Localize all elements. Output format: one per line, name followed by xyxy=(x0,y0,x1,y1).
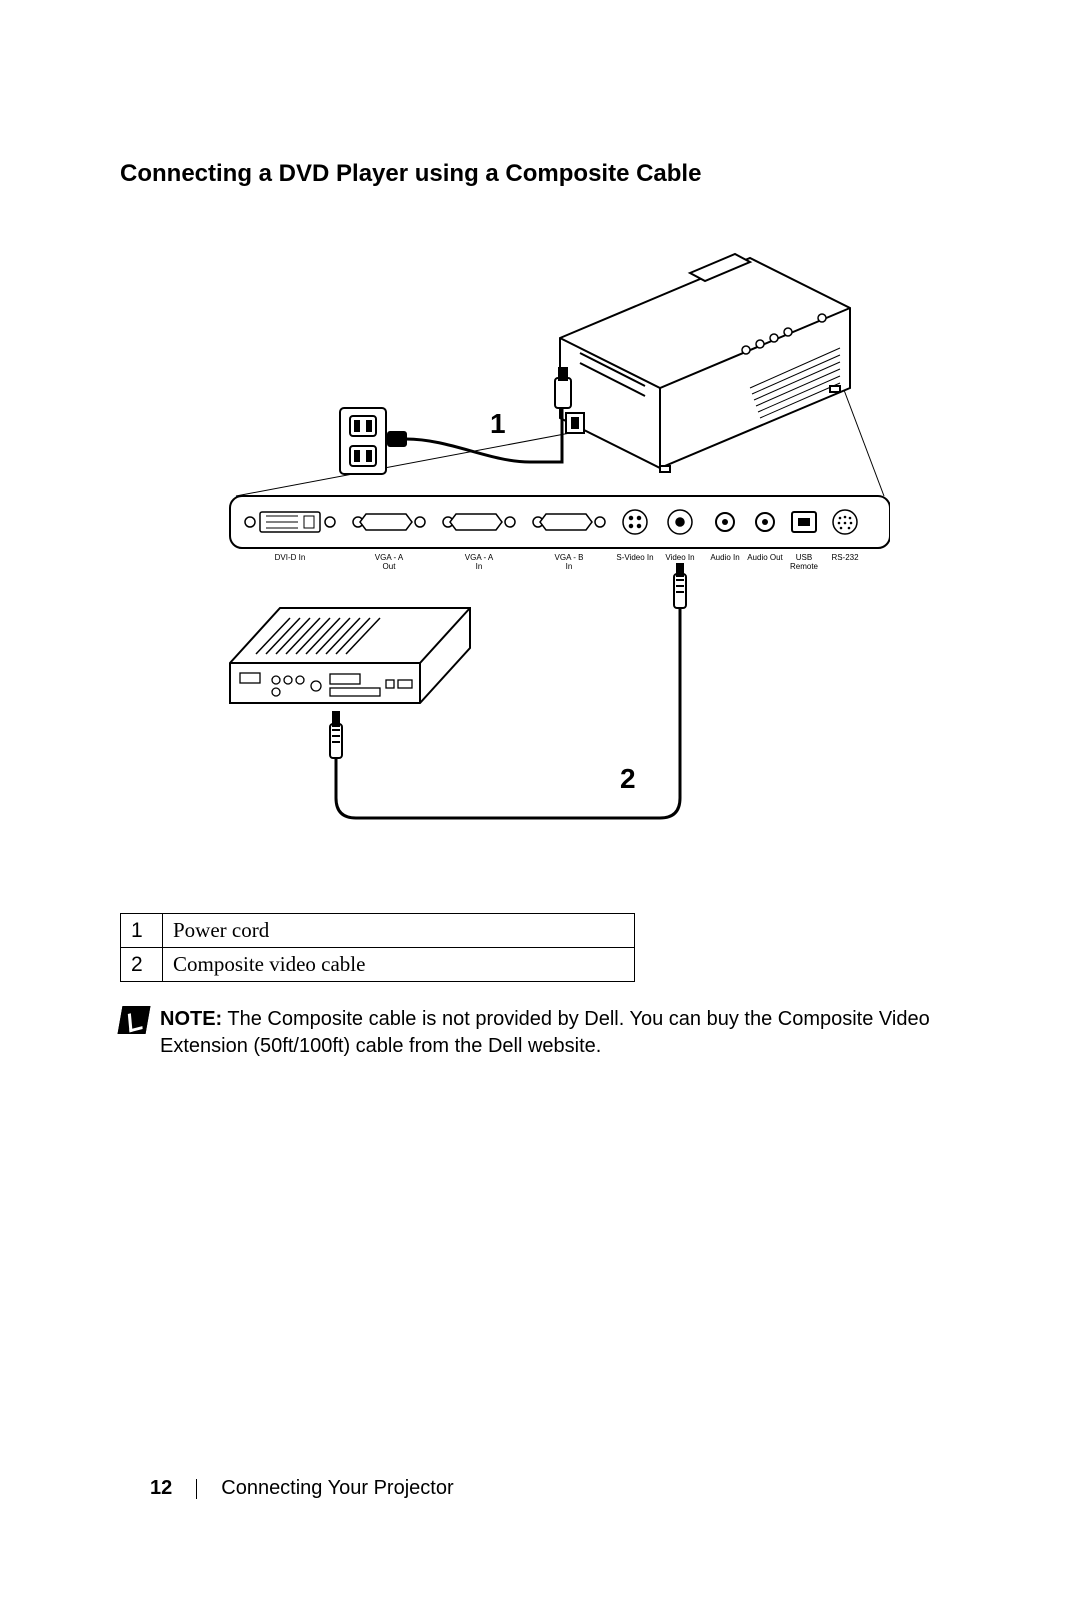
footer-section-title: Connecting Your Projector xyxy=(221,1477,453,1500)
table-row: 2 Composite video cable xyxy=(121,948,635,982)
footer-separator xyxy=(196,1479,197,1499)
legend-num: 2 xyxy=(121,948,163,982)
callout-1: 1 xyxy=(490,408,506,439)
port-label-audio-in: Audio In xyxy=(710,553,739,562)
manual-page: Connecting a DVD Player using a Composit… xyxy=(0,0,1080,1620)
port-label-vga-a-in: VGA - AIn xyxy=(465,553,494,571)
note-icon xyxy=(118,1006,151,1034)
note-text: NOTE: The Composite cable is not provide… xyxy=(160,1006,960,1060)
port-label-audio-out: Audio Out xyxy=(747,553,783,562)
port-label-video: Video In xyxy=(665,553,694,562)
projector-icon xyxy=(560,218,850,472)
note-lead: NOTE: xyxy=(160,1008,222,1030)
connection-diagram: 1 xyxy=(190,218,890,873)
port-panel: DVI-D In VGA - AOut VGA - AIn VGA - BIn … xyxy=(230,496,890,571)
legend-num: 1 xyxy=(121,914,163,948)
port-label-rs232: RS-232 xyxy=(831,553,859,562)
callout-2: 2 xyxy=(620,763,636,794)
legend-label: Power cord xyxy=(163,914,635,948)
page-number: 12 xyxy=(150,1477,172,1500)
power-cord-icon xyxy=(386,368,571,462)
section-heading: Connecting a DVD Player using a Composit… xyxy=(120,160,960,188)
dvd-player-icon xyxy=(230,608,470,703)
port-label-vga-b-in: VGA - BIn xyxy=(555,553,584,571)
legend-label: Composite video cable xyxy=(163,948,635,982)
legend-table: 1 Power cord 2 Composite video cable xyxy=(120,913,635,982)
note-block: NOTE: The Composite cable is not provide… xyxy=(120,1006,960,1060)
port-label-usb: USBRemote xyxy=(790,553,819,571)
wall-outlet-icon xyxy=(340,408,386,474)
port-label-svideo: S-Video In xyxy=(616,553,653,562)
port-label-vga-a-out: VGA - AOut xyxy=(375,553,404,571)
note-body: The Composite cable is not provided by D… xyxy=(160,1008,930,1057)
page-footer: 12 Connecting Your Projector xyxy=(150,1477,454,1500)
port-label-dvid: DVI-D In xyxy=(275,553,306,562)
table-row: 1 Power cord xyxy=(121,914,635,948)
diagram-svg: 1 xyxy=(190,218,890,868)
